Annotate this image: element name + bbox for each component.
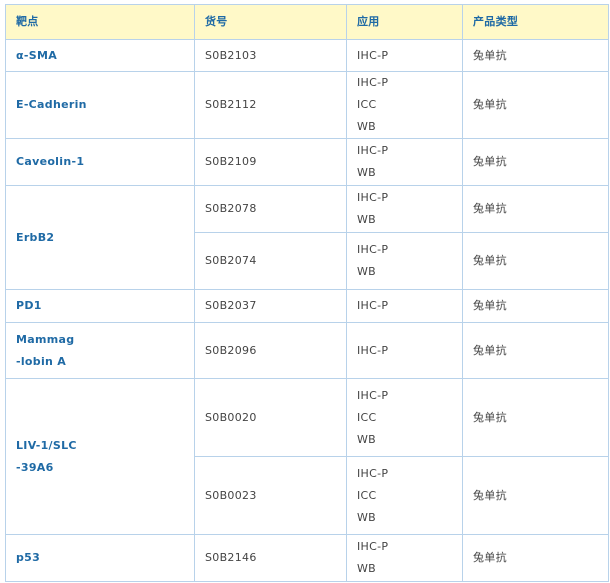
catalog-number-cell: S0B2074: [194, 232, 347, 290]
application-name: IHC-P: [357, 540, 389, 553]
catalog-number-cell: S0B2096: [194, 322, 347, 379]
table-body: α-SMA S0B2103 IHC-P 兔单抗 E-Cadherin S0B2112 IHC…: [5, 39, 609, 582]
application-name: WB: [357, 265, 377, 278]
application-name: WB: [357, 432, 377, 446]
application-name: WB: [357, 213, 377, 226]
application-cell: IHC-P: [346, 289, 463, 323]
product-type-cell: 兔单抗: [462, 39, 609, 72]
application-cell: IHC-P WB: [346, 138, 463, 186]
product-type-cell: 兔单抗: [462, 534, 609, 582]
table-row: Caveolin-1 S0B2109 IHC-P WB 兔单抗: [5, 138, 609, 186]
target-name: p53: [16, 551, 41, 564]
target-name: Mammag: [16, 332, 75, 346]
application-name: IHC-P: [357, 466, 389, 480]
application-name: WB: [357, 120, 377, 133]
table-row: Mammag -lobin A S0B2096 IHC-P 兔单抗: [5, 322, 609, 379]
application-cell: IHC-P: [346, 322, 463, 379]
target-cell: α-SMA: [5, 39, 195, 72]
target-cell: E-Cadherin: [5, 71, 195, 139]
product-type-cell: 兔单抗: [462, 71, 609, 139]
antibody-table: 靶点 货号 应用 产品类型 α-SMA S0B2103 IHC-P 兔单抗 E-Cadh…: [5, 4, 609, 582]
catalog-number-cell: S0B2109: [194, 138, 347, 186]
application-cell: IHC-P ICC WB: [346, 71, 463, 139]
product-type-cell: 兔单抗: [462, 289, 609, 323]
application-name: IHC-P: [357, 191, 389, 204]
header-product-type: 产品类型: [462, 4, 609, 40]
target-cell: PD1: [5, 289, 195, 323]
header-catalog-number: 货号: [194, 4, 347, 40]
application-name: WB: [357, 510, 377, 524]
application-name: IHC-P: [357, 343, 389, 357]
product-type-cell: 兔单抗: [462, 456, 609, 535]
target-cell: Mammag -lobin A: [5, 322, 195, 379]
catalog-number-cell: S0B2146: [194, 534, 347, 582]
application-cell: IHC-P ICC WB: [346, 456, 463, 535]
target-cell: ErbB2: [5, 185, 195, 290]
header-target: 靶点: [5, 4, 195, 40]
application-name: IHC-P: [357, 299, 389, 312]
product-type-cell: 兔单抗: [462, 322, 609, 379]
catalog-number-cell: S0B0020: [194, 378, 347, 457]
application-cell: IHC-P WB: [346, 534, 463, 582]
header-row: 靶点 货号 应用 产品类型: [5, 4, 609, 40]
product-type-cell: 兔单抗: [462, 378, 609, 457]
table-row: p53 S0B2146 IHC-P WB 兔单抗: [5, 534, 609, 582]
page: 靶点 货号 应用 产品类型 α-SMA S0B2103 IHC-P 兔单抗 E-Cadh…: [0, 0, 610, 583]
table-row: PD1 S0B2037 IHC-P 兔单抗: [5, 289, 609, 323]
application-cell: IHC-P WB: [346, 185, 463, 233]
application-cell: IHC-P ICC WB: [346, 378, 463, 457]
target-name: -lobin A: [16, 354, 67, 368]
target-cell: p53: [5, 534, 195, 582]
table-row: E-Cadherin S0B2112 IHC-P ICC WB 兔单抗: [5, 71, 609, 139]
application-name: WB: [357, 166, 377, 179]
application-name: ICC: [357, 410, 377, 424]
table-row: α-SMA S0B2103 IHC-P 兔单抗: [5, 39, 609, 72]
application-name: IHC-P: [357, 48, 389, 62]
application-name: WB: [357, 562, 377, 575]
catalog-number-cell: S0B0023: [194, 456, 347, 535]
application-name: ICC: [357, 98, 377, 111]
application-name: IHC-P: [357, 144, 389, 157]
table-row: ErbB2 S0B2078 IHC-P WB 兔单抗: [5, 185, 609, 290]
header-application: 应用: [346, 4, 463, 40]
application-name: ICC: [357, 488, 377, 502]
application-cell: IHC-P: [346, 39, 463, 72]
target-name: ErbB2: [16, 230, 55, 244]
target-name: LIV-1/SLC: [16, 438, 77, 452]
target-cell: LIV-1/SLC -39A6: [5, 378, 195, 535]
table-row: LIV-1/SLC -39A6 S0B0020 IHC-P ICC WB 兔单抗: [5, 378, 609, 535]
catalog-number-cell: S0B2037: [194, 289, 347, 323]
application-name: IHC-P: [357, 388, 389, 402]
catalog-number-cell: S0B2078: [194, 185, 347, 233]
target-name: E-Cadherin: [16, 98, 87, 111]
product-type-cell: 兔单抗: [462, 185, 609, 233]
catalog-number-cell: S0B2103: [194, 39, 347, 72]
target-name: α-SMA: [16, 48, 58, 62]
catalog-number-cell: S0B2112: [194, 71, 347, 139]
target-name: Caveolin-1: [16, 155, 85, 168]
product-type-cell: 兔单抗: [462, 138, 609, 186]
application-cell: IHC-P WB: [346, 232, 463, 290]
target-name: -39A6: [16, 460, 54, 474]
target-cell: Caveolin-1: [5, 138, 195, 186]
application-name: IHC-P: [357, 76, 389, 89]
application-name: IHC-P: [357, 243, 389, 256]
product-type-cell: 兔单抗: [462, 232, 609, 290]
target-name: PD1: [16, 299, 42, 312]
